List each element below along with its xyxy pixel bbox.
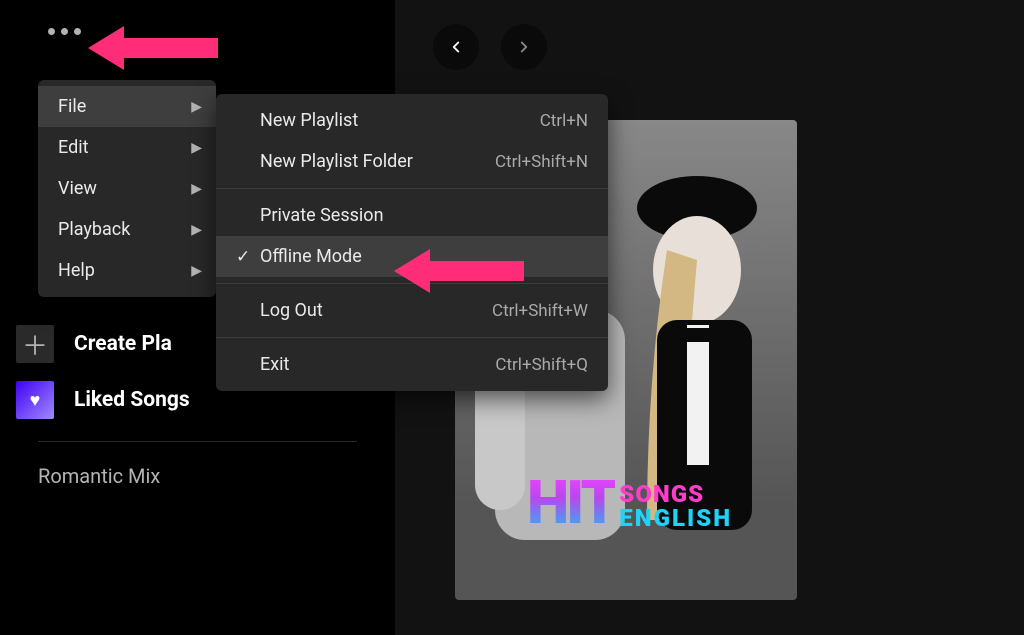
check-icon: ✓ [236,247,260,267]
submenu-item-new-playlist[interactable]: New Playlist Ctrl+N [216,100,608,141]
submenu-item-new-folder[interactable]: New Playlist Folder Ctrl+Shift+N [216,141,608,182]
submenu-item-label: New Playlist [260,110,540,131]
submenu-item-label: New Playlist Folder [260,151,495,172]
submenu-item-label: Exit [260,354,495,375]
submenu-item-shortcut: Ctrl+Shift+Q [495,355,588,375]
create-playlist-label: Create Pla [74,332,172,356]
chevron-left-icon [447,38,465,56]
heart-icon: ♥ [16,381,54,419]
submenu-item-shortcut: Ctrl+Shift+W [492,301,588,321]
submenu-item-private-session[interactable]: Private Session [216,195,608,236]
cover-logo: HIT SONGS ENGLISH [527,476,732,530]
menu-item-label: File [58,96,86,117]
cover-english-text: ENGLISH [619,506,732,530]
nav-forward-button[interactable] [501,24,547,70]
annotation-arrow-offline [394,243,524,299]
ellipsis-dot-icon [74,28,81,35]
nav-buttons [433,24,1024,70]
submenu-item-label: Private Session [260,205,588,226]
caret-right-icon: ▶ [191,263,202,279]
menu-item-label: Playback [58,219,130,240]
submenu-item-exit[interactable]: Exit Ctrl+Shift+Q [216,344,608,385]
submenu-separator [216,337,608,338]
chevron-right-icon [515,38,533,56]
cover-hit-text: HIT [527,476,615,530]
menu-item-label: Edit [58,137,88,158]
ellipsis-dot-icon [61,28,68,35]
liked-songs-label: Liked Songs [74,388,190,412]
menu-item-help[interactable]: Help ▶ [38,250,216,291]
menu-item-label: Help [58,260,95,281]
plus-icon: ＋ [16,325,54,363]
caret-right-icon: ▶ [191,140,202,156]
cover-songs-text: SONGS [619,482,732,506]
nav-back-button[interactable] [433,24,479,70]
menu-item-edit[interactable]: Edit ▶ [38,127,216,168]
playlist-item-romantic-mix[interactable]: Romantic Mix [16,442,379,488]
submenu-item-shortcut: Ctrl+N [540,111,588,131]
submenu-item-label: Log Out [260,300,492,321]
menu-item-label: View [58,178,97,199]
caret-right-icon: ▶ [191,181,202,197]
caret-right-icon: ▶ [191,222,202,238]
menu-item-file[interactable]: File ▶ [38,86,216,127]
menu-item-view[interactable]: View ▶ [38,168,216,209]
submenu-separator [216,188,608,189]
menu-item-playback[interactable]: Playback ▶ [38,209,216,250]
submenu-item-shortcut: Ctrl+Shift+N [495,152,588,172]
caret-right-icon: ▶ [191,99,202,115]
annotation-arrow-ellipsis [88,20,218,76]
ellipsis-dot-icon [48,28,55,35]
context-menu: File ▶ Edit ▶ View ▶ Playback ▶ Help ▶ [38,80,216,297]
